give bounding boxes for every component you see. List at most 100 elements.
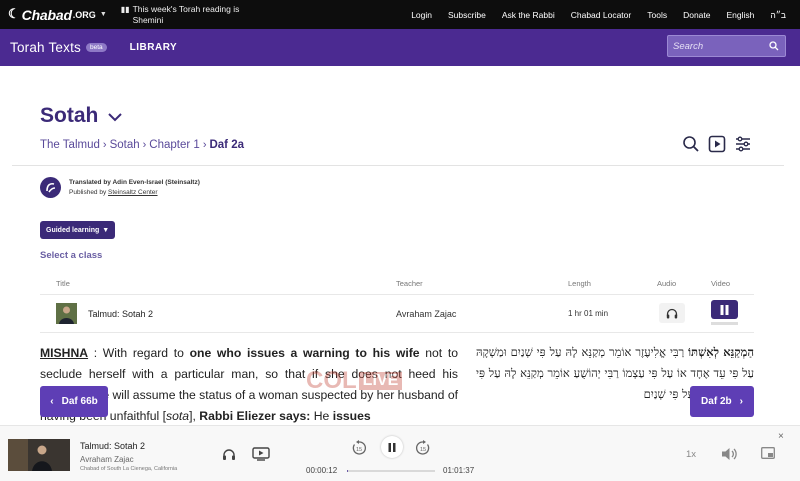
class-length: 1 hr 01 min [568, 309, 609, 318]
watermark-col: COL [306, 367, 357, 394]
search-text-button[interactable] [680, 133, 702, 155]
class-teacher: Avraham Zajac [396, 309, 457, 319]
nav-tools[interactable]: Tools [647, 10, 667, 20]
chevron-right-icon: › [739, 396, 743, 407]
video-progress-bar [711, 322, 738, 325]
previous-daf-button[interactable]: ‹ Daf 66b [40, 386, 108, 417]
mishna-label[interactable]: MISHNA [40, 346, 88, 360]
torah-texts-brand[interactable]: Torah Texts [10, 40, 81, 55]
col-header-video: Video [711, 279, 731, 288]
publisher-line: Published by Steinsaltz Center [69, 188, 200, 198]
teacher-photo [56, 303, 77, 324]
close-icon[interactable]: × [778, 431, 784, 442]
total-time: 01:01:37 [443, 466, 475, 475]
col-header-title: Title [56, 279, 70, 288]
breadcrumb-current: Daf 2a [209, 139, 245, 151]
elapsed-time: 00:00:12 [306, 466, 338, 475]
search-input[interactable] [668, 40, 764, 52]
hebrew-text-bold: הַמְקַנֵּא לְאִשְׁתּוֹ [688, 345, 754, 359]
skip-forward-button[interactable]: 15 [415, 440, 431, 461]
table-row[interactable]: Talmud: Sotah 2 Avraham Zajac 1 hr 01 mi… [40, 296, 754, 332]
breadcrumb-sotah[interactable]: Sotah [110, 139, 140, 151]
class-video-button[interactable] [711, 300, 738, 319]
torah-reading-notice[interactable]: ▮▮ This week's Torah reading is Shemini [121, 4, 261, 25]
nav-language[interactable]: English [727, 10, 755, 20]
caret-down-icon: ▼ [102, 226, 110, 234]
skip-back-button[interactable]: 15 [351, 440, 367, 461]
translator-line: Translated by Adin Even-Israel (Steinsal… [69, 178, 200, 186]
picture-in-picture-icon[interactable] [761, 447, 775, 459]
breadcrumb-talmud[interactable]: The Talmud [40, 139, 100, 151]
nav-donate[interactable]: Donate [683, 10, 710, 20]
nav-ask-the-rabbi[interactable]: Ask the Rabbi [502, 10, 555, 20]
headphones-icon [666, 308, 678, 318]
sliders-icon [736, 136, 750, 152]
class-thumbnail [56, 303, 77, 324]
nav-login[interactable]: Login [411, 10, 432, 20]
nav-bh: ב״ה [770, 9, 786, 20]
play-pause-button[interactable] [381, 436, 403, 458]
video-mode-icon[interactable] [252, 447, 270, 461]
player-organization: Chabad of South La Cienega, California [80, 466, 178, 472]
col-header-teacher: Teacher [396, 279, 423, 288]
chabad-logo-org: .ORG [72, 9, 96, 20]
page: ☾ Chabad .ORG ▼ ▮▮ This week's Torah rea… [0, 0, 800, 481]
col-header-length: Length [568, 279, 591, 288]
english-text-part: ], [189, 409, 200, 423]
breadcrumb-separator: › [202, 139, 207, 151]
playback-speed-button[interactable]: 1x [686, 449, 696, 460]
table-divider [40, 332, 754, 333]
forward-15-icon: 15 [415, 440, 430, 455]
english-text-part: He [310, 409, 333, 423]
chevron-down-icon[interactable]: ▼ [100, 11, 107, 18]
english-text-bold: one who issues a warning to his wife [189, 346, 420, 360]
chabad-logo-text: Chabad [21, 6, 72, 23]
video-frame [8, 439, 70, 471]
chevron-left-icon: ‹ [50, 396, 54, 407]
search-box [667, 35, 786, 57]
settings-button[interactable] [732, 133, 754, 155]
guided-learning-button[interactable]: Guided learning ▼ [40, 221, 116, 239]
media-player: Talmud: Sotah 2 Avraham Zajac Chabad of … [0, 425, 800, 481]
player-teacher: Avraham Zajac [80, 455, 134, 464]
table-divider [40, 294, 754, 295]
skip-forward-seconds: 15 [420, 447, 426, 453]
publisher-link[interactable]: Steinsaltz Center [108, 189, 158, 196]
pause-icon [720, 304, 729, 315]
skip-back-seconds: 15 [356, 447, 362, 453]
watermark-live: LIVE [358, 372, 403, 390]
breadcrumb-chapter[interactable]: Chapter 1 [149, 139, 200, 151]
volume-icon[interactable] [721, 447, 737, 461]
beta-badge: beta [86, 43, 107, 52]
player-title: Talmud: Sotah 2 [80, 441, 146, 451]
class-audio-button[interactable] [659, 303, 685, 323]
pause-icon [388, 442, 396, 452]
publisher-prefix: Published by [69, 188, 109, 196]
nav-subscribe[interactable]: Subscribe [448, 10, 486, 20]
header-divider [12, 165, 784, 166]
english-text-bold: issues [332, 409, 371, 423]
play-media-button[interactable] [706, 133, 728, 155]
guided-learning-label: Guided learning [46, 226, 100, 234]
page-tools [680, 133, 758, 155]
breadcrumb-separator: › [142, 139, 147, 151]
search-icon[interactable] [769, 41, 779, 51]
translator-text: Translated by Adin Even-Israel (Steinsal… [69, 178, 200, 198]
chabad-logo[interactable]: ☾ Chabad .ORG ▼ [8, 7, 107, 23]
next-daf-button[interactable]: Daf 2b › [690, 386, 754, 417]
next-daf-label: Daf 2b [701, 396, 732, 407]
headphones-icon[interactable] [222, 448, 236, 460]
torah-texts-bar: Torah Texts beta LIBRARY [0, 29, 800, 66]
play-box-icon [708, 135, 726, 153]
chevron-down-icon[interactable] [108, 112, 123, 122]
steinsaltz-logo-icon [46, 182, 56, 193]
player-thumbnail[interactable] [8, 439, 70, 471]
page-title: Sotah [40, 104, 99, 127]
previous-daf-label: Daf 66b [61, 396, 98, 407]
playback-progress[interactable] [347, 470, 435, 472]
english-text-bold: Rabbi Eliezer says: [199, 409, 311, 423]
top-bar: ☾ Chabad .ORG ▼ ▮▮ This week's Torah rea… [0, 0, 800, 29]
library-link[interactable]: LIBRARY [130, 42, 178, 53]
class-title: Talmud: Sotah 2 [88, 309, 154, 319]
nav-chabad-locator[interactable]: Chabad Locator [571, 10, 632, 20]
